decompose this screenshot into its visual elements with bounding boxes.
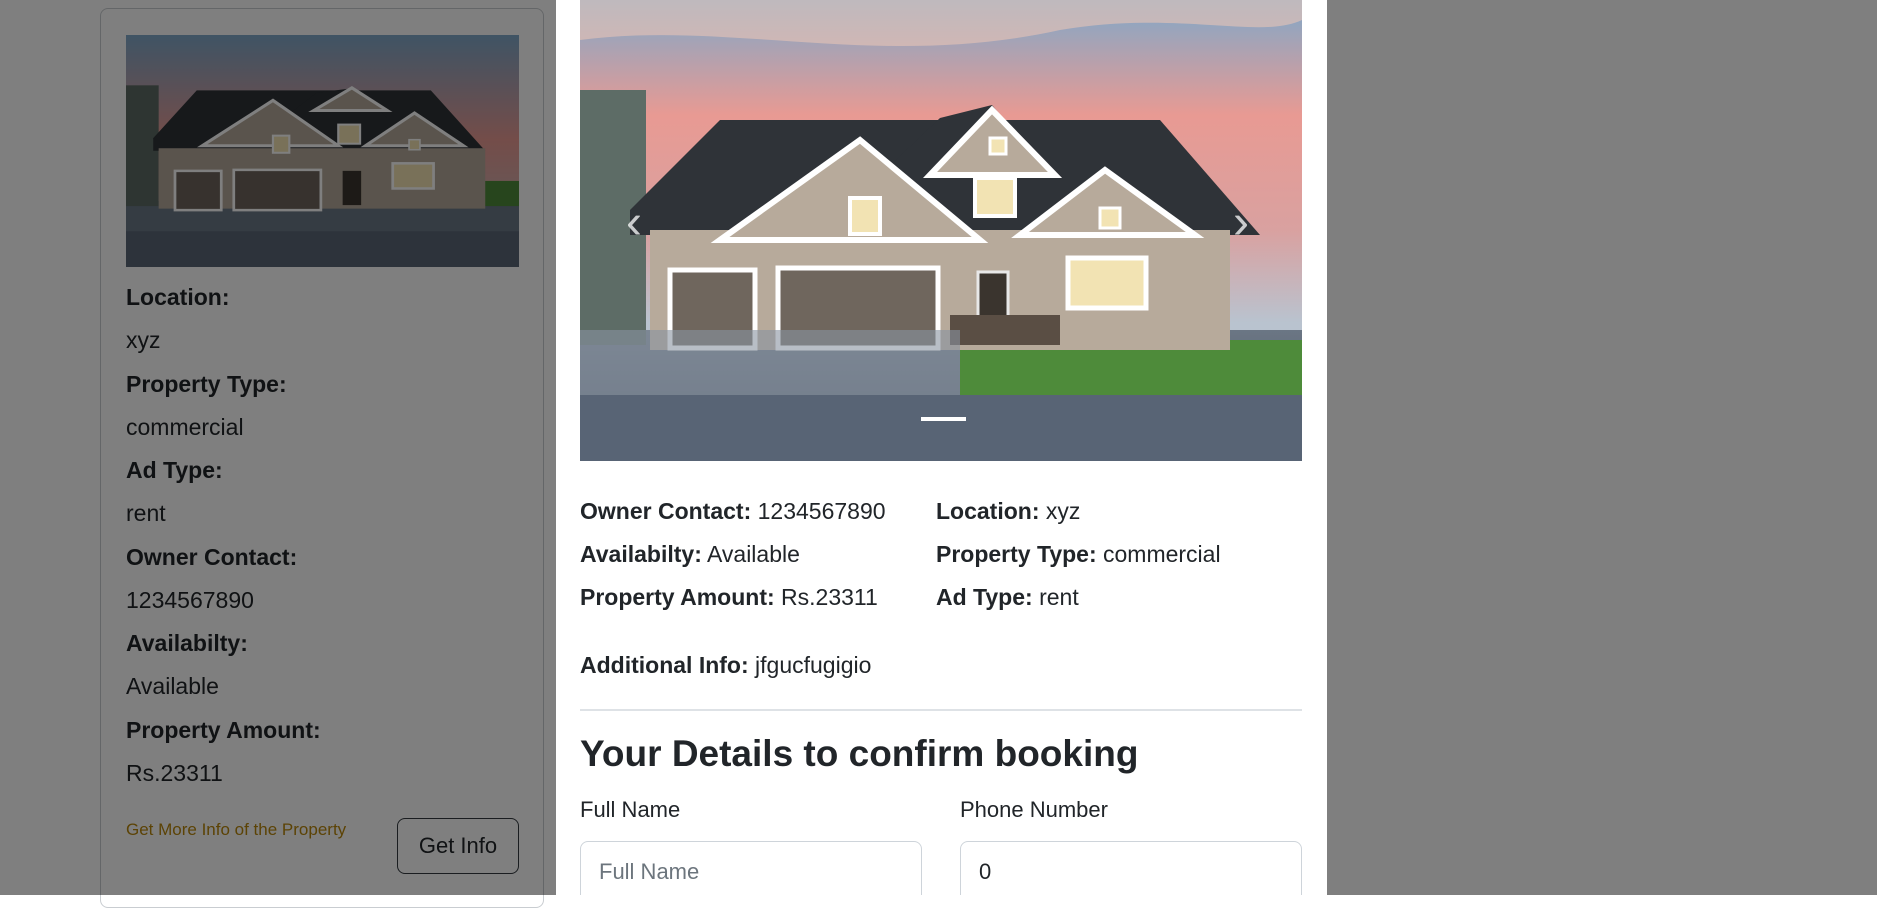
property-type-info: Property Type: commercial: [936, 541, 1221, 568]
section-divider: [580, 709, 1302, 711]
owner-contact-value: 1234567890: [757, 498, 886, 524]
property-type-label: Property Type:: [936, 541, 1097, 567]
amount-value: Rs.23311: [781, 584, 878, 610]
amount-label: Property Amount:: [580, 584, 775, 610]
full-name-label: Full Name: [580, 797, 681, 822]
booking-form-title: Your Details to confirm booking: [580, 733, 1139, 774]
availability-info: Availabilty: Available: [580, 541, 800, 568]
owner-contact-label: Owner Contact:: [580, 498, 752, 524]
availability-value: Available: [706, 541, 800, 567]
carousel-next-button[interactable]: ›: [1221, 199, 1261, 247]
carousel-house-image: [580, 0, 1302, 461]
location-info: Location: xyz: [936, 498, 1080, 525]
additional-info-label: Additional Info:: [580, 652, 749, 678]
owner-contact-info: Owner Contact: 1234567890: [580, 498, 886, 525]
additional-info-value: jfgucfugigio: [755, 652, 872, 678]
availability-label: Availabilty:: [580, 541, 702, 567]
location-label: Location:: [936, 498, 1040, 524]
ad-type-label: Ad Type:: [936, 584, 1033, 610]
chevron-right-icon: ›: [1233, 196, 1249, 249]
phone-number-label: Phone Number: [960, 797, 1108, 822]
carousel-indicator[interactable]: [921, 417, 966, 421]
ad-type-info: Ad Type: rent: [936, 584, 1079, 611]
ad-type-value: rent: [1039, 584, 1079, 610]
chevron-left-icon: ‹: [626, 196, 642, 249]
additional-info: Additional Info: jfgucfugigio: [580, 652, 871, 679]
amount-info: Property Amount: Rs.23311: [580, 584, 878, 611]
image-carousel: ‹ ›: [580, 0, 1302, 461]
property-modal: ‹ › Owner Contact: 1234567890 Availabilt…: [556, 0, 1327, 895]
phone-number-input[interactable]: [960, 841, 1302, 895]
property-type-value: commercial: [1103, 541, 1221, 567]
location-value: xyz: [1045, 498, 1081, 524]
carousel-prev-button[interactable]: ‹: [614, 199, 654, 247]
full-name-input[interactable]: [580, 841, 922, 895]
